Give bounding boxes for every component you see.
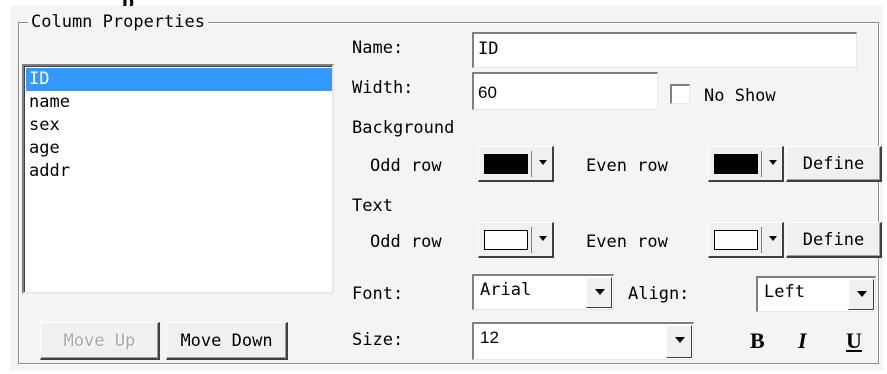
dropdown-separator (531, 151, 532, 177)
size-select[interactable]: 12 (472, 322, 694, 360)
text-label: Text (352, 196, 393, 216)
name-input[interactable]: ID (472, 32, 857, 68)
list-item-sex[interactable]: sex (26, 114, 332, 137)
move-up-button[interactable]: Move Up (40, 322, 160, 360)
list-item-name[interactable]: name (26, 91, 332, 114)
column-list[interactable]: ID name sex age addr (22, 64, 334, 294)
bg-odd-row-label: Odd row (370, 156, 442, 176)
bold-button[interactable]: B (750, 328, 765, 354)
align-label: Align: (628, 284, 690, 304)
italic-button[interactable]: I (798, 328, 807, 354)
font-select[interactable]: Arial (472, 274, 614, 310)
bg-odd-row-color-picker[interactable] (478, 146, 554, 182)
text-even-row-swatch (714, 230, 758, 250)
text-odd-row-label: Odd row (370, 232, 442, 252)
chevron-down-icon (857, 291, 867, 297)
bg-even-row-label: Even row (586, 156, 668, 176)
list-item-id[interactable]: ID (26, 68, 332, 91)
font-label: Font: (352, 284, 404, 304)
group-title: Column Properties (28, 12, 208, 32)
list-item-age[interactable]: age (26, 137, 332, 160)
dropdown-separator (761, 227, 762, 253)
move-down-button[interactable]: Move Down (166, 322, 288, 360)
size-select-value: 12 (480, 328, 499, 347)
bg-even-row-color-picker[interactable] (708, 146, 784, 182)
dropdown-separator (761, 151, 762, 177)
text-even-row-color-picker[interactable] (708, 222, 784, 258)
chevron-down-icon (539, 160, 547, 165)
size-select-button[interactable] (666, 325, 692, 358)
define-text-button[interactable]: Define (786, 222, 882, 258)
define-background-button[interactable]: Define (786, 146, 882, 182)
background-label: Background (352, 118, 455, 138)
no-show-checkbox[interactable] (670, 84, 690, 104)
chevron-down-icon (595, 289, 605, 295)
no-show-label: No Show (704, 86, 776, 106)
text-odd-row-color-picker[interactable] (478, 222, 554, 258)
name-label: Name: (352, 38, 404, 58)
chevron-down-icon (769, 236, 777, 241)
bg-even-row-swatch (714, 154, 758, 174)
size-label: Size: (352, 330, 404, 350)
align-select[interactable]: Left (756, 276, 876, 312)
text-odd-row-swatch (484, 230, 528, 250)
align-select-value: Left (764, 282, 805, 302)
dropdown-separator (531, 227, 532, 253)
align-select-button[interactable] (848, 279, 874, 310)
chevron-down-icon (675, 337, 685, 343)
font-select-value: Arial (480, 280, 532, 300)
text-even-row-label: Even row (586, 232, 668, 252)
chevron-down-icon (769, 160, 777, 165)
font-select-button[interactable] (586, 277, 612, 308)
width-label: Width: (352, 78, 414, 98)
list-item-addr[interactable]: addr (26, 160, 332, 183)
underline-button[interactable]: U (846, 328, 862, 354)
width-input[interactable]: 60 (472, 72, 658, 110)
chevron-down-icon (539, 236, 547, 241)
bg-odd-row-swatch (484, 154, 528, 174)
